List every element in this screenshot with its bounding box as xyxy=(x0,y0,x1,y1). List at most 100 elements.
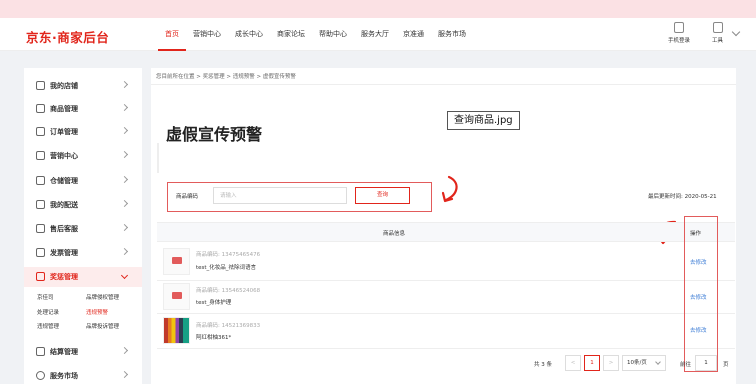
product-name: 阿红柑柚361* xyxy=(196,335,232,341)
column-header-product-info: 商品信息 xyxy=(383,231,406,237)
chevron-right-icon xyxy=(120,223,129,232)
submenu-item[interactable]: 处理记录 xyxy=(37,308,59,316)
last-update-time: 最后更新时间: 2020-05-21 xyxy=(648,194,717,200)
sidebar-item-label: 服务市场 xyxy=(50,372,78,380)
submenu-item-violation-warning[interactable]: 违规预警 xyxy=(86,308,108,316)
chevron-right-icon xyxy=(120,346,129,355)
delivery-icon xyxy=(36,200,45,209)
divider xyxy=(157,143,159,173)
settlement-icon xyxy=(36,347,45,356)
submenu-item[interactable]: 违规管理 xyxy=(37,322,59,330)
logo[interactable]: 京东·商家后台 xyxy=(26,27,109,46)
nav-service-hall[interactable]: 服务大厅 xyxy=(354,18,396,51)
sidebar-item-label: 发票管理 xyxy=(50,249,78,257)
product-thumbnail xyxy=(163,283,190,310)
sidebar-item-reward-penalty[interactable]: 奖惩管理 xyxy=(24,267,142,287)
top-nav: 首页 营销中心 成长中心 商家论坛 帮助中心 服务大厅 京准通 服务市场 xyxy=(158,18,473,51)
prev-page-button[interactable]: < xyxy=(565,355,581,371)
chevron-right-icon xyxy=(120,126,129,135)
nav-marketing[interactable]: 营销中心 xyxy=(186,18,228,51)
chevron-right-icon xyxy=(120,150,129,159)
sidebar-item-my-store[interactable]: 我的店铺 xyxy=(24,76,142,96)
nav-jingzhuntong[interactable]: 京准通 xyxy=(396,18,431,51)
nav-home[interactable]: 首页 xyxy=(158,18,186,51)
top-strip xyxy=(0,0,756,18)
breadcrumb: 您目前所在位置 > 奖惩管理 > 违规预警 > 虚假宣传预警 xyxy=(156,74,296,80)
chevron-right-icon xyxy=(120,199,129,208)
page-size-select[interactable]: 10条/页 xyxy=(622,355,666,371)
phone-icon xyxy=(674,22,684,33)
sidebar-item-label: 仓储管理 xyxy=(50,177,78,185)
sidebar-item-delivery[interactable]: 我的配送 xyxy=(24,195,142,215)
tools-menu[interactable]: 工具 xyxy=(712,22,723,44)
sidebar-item-label: 订单管理 xyxy=(50,128,78,136)
heart-icon xyxy=(36,371,45,380)
sidebar-item-after-sales[interactable]: 售后客服 xyxy=(24,219,142,239)
toolbox-icon xyxy=(712,22,723,33)
sidebar: 我的店铺 商品管理 订单管理 营销中心 仓储管理 我的配送 售后客服 发票管理 xyxy=(24,68,142,384)
search-label: 商品编码 xyxy=(176,194,199,200)
phone-login-label: 手机登录 xyxy=(668,38,691,44)
chevron-right-icon xyxy=(120,175,129,184)
sidebar-item-service-market[interactable]: 服务市场 xyxy=(24,366,142,384)
chevron-right-icon xyxy=(120,103,129,112)
chevron-right-icon xyxy=(120,247,129,256)
goto-page-input[interactable]: 1 xyxy=(695,355,717,371)
product-code: 商品编码: 14521369833 xyxy=(196,323,261,329)
product-code: 商品编码: 13475465476 xyxy=(196,252,261,258)
product-code-input[interactable] xyxy=(213,187,347,204)
annotation-arrow-icon xyxy=(441,175,458,203)
sidebar-item-invoice[interactable]: 发票管理 xyxy=(24,243,142,263)
nav-forum[interactable]: 商家论坛 xyxy=(270,18,312,51)
order-icon xyxy=(36,127,45,136)
divider xyxy=(157,348,735,349)
nav-help[interactable]: 帮助中心 xyxy=(312,18,354,51)
marketing-icon xyxy=(36,151,45,160)
divider xyxy=(157,280,735,281)
sidebar-item-label: 商品管理 xyxy=(50,105,78,113)
submenu-item[interactable]: 品牌投诉管理 xyxy=(86,322,119,330)
next-page-button[interactable]: > xyxy=(603,355,619,371)
sidebar-item-label: 营销中心 xyxy=(50,152,78,160)
sidebar-item-label: 结算管理 xyxy=(50,348,78,356)
sidebar-item-products[interactable]: 商品管理 xyxy=(24,99,142,119)
nav-growth[interactable]: 成长中心 xyxy=(228,18,270,51)
chevron-down-icon[interactable] xyxy=(731,27,741,37)
product-name: test_身体护理 xyxy=(196,300,232,306)
service-icon xyxy=(36,224,45,233)
chevron-down-icon xyxy=(655,359,661,365)
divider xyxy=(157,313,735,314)
chevron-right-icon xyxy=(120,80,129,89)
top-header: 京东·商家后台 首页 营销中心 成长中心 商家论坛 帮助中心 服务大厅 京准通 … xyxy=(0,18,756,51)
filename-tooltip: 查询商品.jpg xyxy=(447,111,520,130)
product-thumbnail xyxy=(163,317,190,344)
chevron-down-icon xyxy=(120,271,129,280)
sidebar-item-label: 我的店铺 xyxy=(50,82,78,90)
chevron-right-icon xyxy=(120,370,129,379)
divider xyxy=(151,84,736,85)
submenu-item[interactable]: 品牌侵权管理 xyxy=(86,293,119,301)
sidebar-item-label: 我的配送 xyxy=(50,201,78,209)
reward-icon xyxy=(36,272,45,281)
product-icon xyxy=(36,104,45,113)
phone-login[interactable]: 手机登录 xyxy=(668,22,690,44)
nav-service-market[interactable]: 服务市场 xyxy=(431,18,473,51)
invoice-icon xyxy=(36,248,45,257)
warehouse-icon xyxy=(36,176,45,185)
pagination-total: 共 3 条 xyxy=(534,362,552,368)
sidebar-item-label: 奖惩管理 xyxy=(50,273,78,281)
sidebar-item-orders[interactable]: 订单管理 xyxy=(24,122,142,142)
store-icon xyxy=(36,81,45,90)
tools-label: 工具 xyxy=(712,38,724,44)
sidebar-item-settlement[interactable]: 结算管理 xyxy=(24,342,142,362)
product-thumbnail xyxy=(163,248,190,275)
page-unit-label: 页 xyxy=(723,362,729,368)
product-code: 商品编码: 13546524068 xyxy=(196,288,261,294)
query-button[interactable]: 查询 xyxy=(355,187,410,204)
submenu-item[interactable]: 京佳司 xyxy=(37,293,54,301)
page-title: 虚假宣传预警 xyxy=(166,125,263,144)
sidebar-item-warehouse[interactable]: 仓储管理 xyxy=(24,171,142,191)
page-number-button[interactable]: 1 xyxy=(584,355,600,371)
goto-label: 前往 xyxy=(680,362,692,368)
sidebar-item-marketing[interactable]: 营销中心 xyxy=(24,146,142,166)
